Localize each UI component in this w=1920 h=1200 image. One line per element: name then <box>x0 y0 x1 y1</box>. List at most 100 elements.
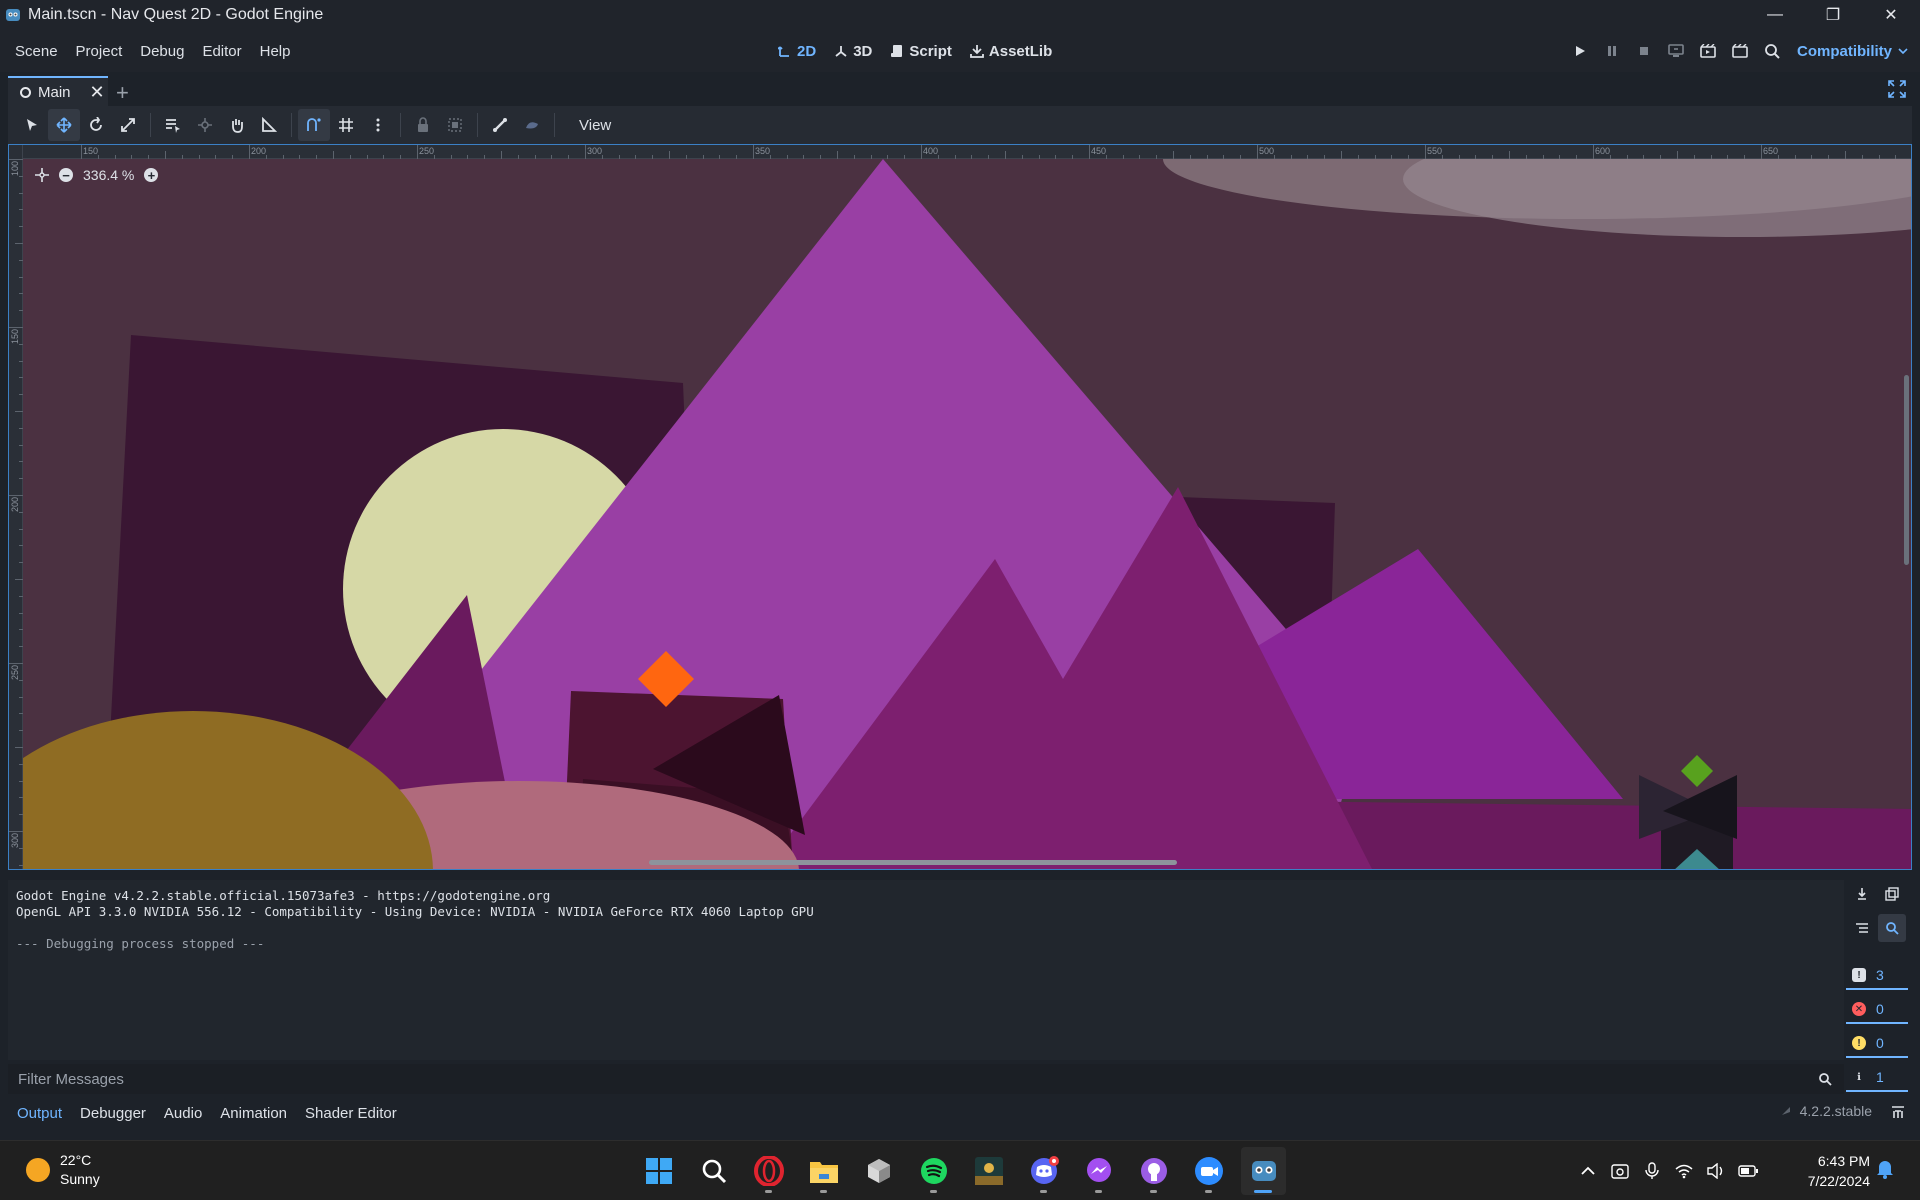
pin-panel-icon[interactable] <box>1890 1104 1906 1120</box>
select-mode-icon[interactable] <box>16 109 48 141</box>
scene-canvas[interactable] <box>9 145 1911 869</box>
list-select-icon[interactable] <box>157 109 189 141</box>
camera-override-icon[interactable] <box>516 109 548 141</box>
menu-project[interactable]: Project <box>67 43 132 60</box>
zoom-out-icon[interactable]: − <box>59 168 73 182</box>
view-menu[interactable]: View <box>571 113 619 138</box>
menu-debug[interactable]: Debug <box>131 43 193 60</box>
zoom-level[interactable]: 336.4 % <box>83 167 134 183</box>
workspace-assetlib[interactable]: AssetLib <box>969 43 1052 60</box>
close-button[interactable]: ✕ <box>1862 0 1920 30</box>
taskbar-zoom[interactable] <box>1186 1147 1231 1195</box>
workspace-3d[interactable]: 3D <box>834 43 872 60</box>
pan-icon[interactable] <box>221 109 253 141</box>
taskbar-clock[interactable]: 6:43 PM 7/22/2024 <box>1790 1151 1870 1191</box>
scene-tabs: Main ✕ <box>0 72 1920 106</box>
ruler-minor-tick <box>1055 155 1057 159</box>
taskbar-messenger[interactable] <box>1076 1147 1121 1195</box>
start-button[interactable] <box>636 1147 681 1195</box>
tab-debugger[interactable]: Debugger <box>71 1105 155 1122</box>
ruler-label: 450 <box>1091 146 1107 156</box>
ruler-minor-tick <box>19 612 23 614</box>
close-tab-icon[interactable]: ✕ <box>90 82 105 103</box>
lock-icon[interactable] <box>407 109 439 141</box>
taskbar-github[interactable] <box>1131 1147 1176 1195</box>
center-view-icon[interactable] <box>35 168 49 182</box>
notification-bell-icon[interactable] <box>1876 1159 1894 1179</box>
ruler-icon[interactable] <box>253 109 285 141</box>
camera-icon[interactable] <box>1604 1155 1636 1187</box>
weather-widget[interactable]: 22°C Sunny <box>26 1151 100 1189</box>
taskbar-search[interactable] <box>691 1147 736 1195</box>
taskbar-spotify[interactable] <box>911 1147 956 1195</box>
grid-snap-icon[interactable] <box>330 109 362 141</box>
play-custom-scene-icon[interactable] <box>1724 35 1756 67</box>
taskbar-discord[interactable] <box>1021 1147 1066 1195</box>
play-scene-icon[interactable] <box>1692 35 1724 67</box>
scale-mode-icon[interactable] <box>112 109 144 141</box>
restore-button[interactable]: ❐ <box>1804 0 1862 30</box>
renderer-dropdown[interactable]: Compatibility <box>1797 30 1908 72</box>
pause-icon[interactable] <box>1596 35 1628 67</box>
taskbar-unity[interactable] <box>856 1147 901 1195</box>
ruler-tick <box>9 495 23 496</box>
ruler-label: 650 <box>1763 146 1779 156</box>
ruler-minor-tick <box>551 155 553 159</box>
taskbar-file-explorer[interactable] <box>801 1147 846 1195</box>
volume-icon[interactable] <box>1700 1155 1732 1187</box>
wifi-icon[interactable] <box>1668 1155 1700 1187</box>
battery-icon[interactable] <box>1732 1155 1764 1187</box>
tab-shader-editor[interactable]: Shader Editor <box>296 1105 406 1122</box>
vertical-scrollbar[interactable] <box>1904 375 1909 565</box>
smart-snap-icon[interactable] <box>298 109 330 141</box>
clear-output-icon[interactable] <box>1848 880 1876 908</box>
vertical-ruler: 100 150 200 250 300 <box>9 145 23 869</box>
workspace-2d[interactable]: 2D <box>778 43 816 60</box>
errors-filter-toggle[interactable]: ✕ 0 <box>1846 996 1908 1024</box>
ruler-minor-tick <box>383 155 385 159</box>
group-icon[interactable] <box>439 109 471 141</box>
taskbar-opera[interactable] <box>746 1147 791 1195</box>
ruler-minor-tick <box>165 151 166 159</box>
play-icon[interactable] <box>1564 35 1596 67</box>
microphone-icon[interactable] <box>1636 1155 1668 1187</box>
version-label[interactable]: 4.2.2.stable <box>1780 1103 1872 1119</box>
skeleton-icon[interactable] <box>484 109 516 141</box>
stop-icon[interactable] <box>1628 35 1660 67</box>
expand-icon[interactable] <box>1888 80 1906 98</box>
snap-options-icon[interactable] <box>362 109 394 141</box>
tab-animation[interactable]: Animation <box>211 1105 296 1122</box>
movie-maker-icon[interactable] <box>1756 35 1788 67</box>
workspace-script[interactable]: Script <box>890 43 952 60</box>
tab-output[interactable]: Output <box>8 1105 71 1122</box>
taskbar-godot[interactable] <box>1241 1147 1286 1195</box>
minimize-button[interactable]: — <box>1746 0 1804 30</box>
tab-audio[interactable]: Audio <box>155 1105 211 1122</box>
show-hidden-icons[interactable] <box>1572 1155 1604 1187</box>
window-title: Main.tscn - Nav Quest 2D - Godot Engine <box>28 6 324 23</box>
messages-filter-toggle[interactable]: ! 3 <box>1846 962 1908 990</box>
canvas-viewport[interactable]: 150 200 250 300 350 400 450 500 550 600 650 100 150… <box>8 144 1912 870</box>
copy-output-icon[interactable] <box>1878 880 1906 908</box>
horizontal-scrollbar[interactable] <box>649 860 1177 865</box>
ruler-minor-tick <box>181 155 183 159</box>
remote-debug-icon[interactable] <box>1660 35 1692 67</box>
zoom-in-icon[interactable]: + <box>144 168 159 182</box>
menu-scene[interactable]: Scene <box>6 43 67 60</box>
collapse-icon[interactable] <box>1848 914 1876 942</box>
tab-main-scene[interactable]: Main ✕ <box>8 76 108 106</box>
weather-description: Sunny <box>60 1171 100 1187</box>
rotate-mode-icon[interactable] <box>80 109 112 141</box>
menu-editor[interactable]: Editor <box>193 43 250 60</box>
move-mode-icon[interactable] <box>48 109 80 141</box>
add-scene-tab-icon[interactable]: + <box>116 80 129 106</box>
menu-help[interactable]: Help <box>251 43 300 60</box>
editor-filter-toggle[interactable]: ℹ 1 <box>1846 1064 1908 1092</box>
warnings-filter-toggle[interactable]: ! 0 <box>1846 1030 1908 1058</box>
ruler-minor-tick <box>1609 155 1611 159</box>
search-icon[interactable] <box>1878 914 1906 942</box>
taskbar-game[interactable] <box>966 1147 1011 1195</box>
system-tray <box>1572 1155 1764 1187</box>
filter-messages-input[interactable]: Filter Messages <box>8 1064 1844 1094</box>
pivot-icon[interactable] <box>189 109 221 141</box>
